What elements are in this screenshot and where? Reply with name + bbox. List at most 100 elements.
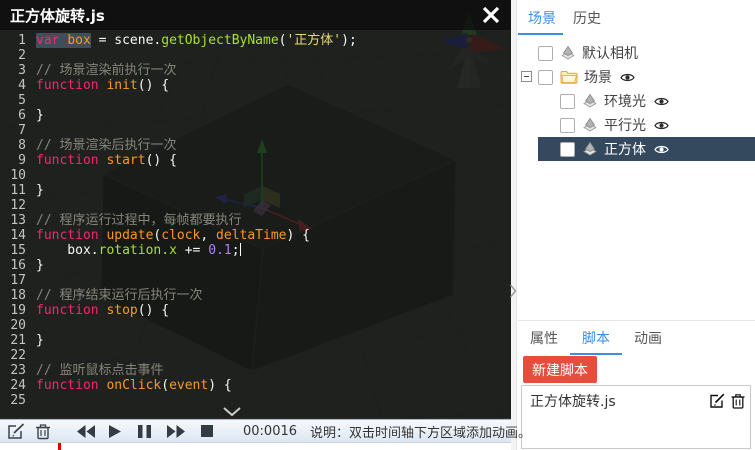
scene-tab[interactable]: 场景 (518, 0, 563, 35)
tree-item-label: 环境光 (604, 91, 646, 111)
line-number: 16 (0, 258, 26, 273)
line-number: 20 (0, 318, 26, 333)
code-line: 5 (0, 93, 511, 108)
line-number: 22 (0, 348, 26, 363)
tree-item[interactable]: 平行光 (538, 113, 755, 137)
code-line: 20 (0, 318, 511, 333)
timeline-hint: 说明：双击时间轴下方区域添加动画。 (310, 422, 531, 441)
object-icon (582, 93, 598, 109)
playback-time: 00:0016 (243, 424, 297, 439)
editor-title: 正方体旋转.js (10, 5, 105, 26)
code-line: 11} (0, 183, 511, 198)
line-number: 14 (0, 228, 26, 243)
trash-icon[interactable] (731, 393, 745, 409)
tree-item[interactable]: 环境光 (538, 89, 755, 113)
panel-collapse-icon[interactable] (509, 283, 517, 303)
line-number: 13 (0, 213, 26, 228)
tree-item-checkbox[interactable] (560, 118, 575, 133)
eye-icon[interactable] (620, 72, 635, 83)
code-line: 1var box = scene.getObjectByName('正方体'); (0, 33, 511, 48)
line-number: 10 (0, 168, 26, 183)
eye-icon[interactable] (654, 120, 669, 131)
object-icon (582, 117, 598, 133)
tree-item-checkbox[interactable] (560, 94, 575, 109)
line-number: 6 (0, 108, 26, 123)
tree-item-label: 平行光 (604, 115, 646, 135)
app-window: 1var box = scene.getObjectByName('正方体');… (0, 0, 755, 450)
code-line: 12 (0, 198, 511, 213)
scene-panel-tabs: 场景历史 (518, 0, 755, 35)
tree-item[interactable]: 正方体 (538, 137, 755, 161)
text-cursor (240, 243, 241, 256)
code-line: 2 (0, 48, 511, 63)
code-line: 16} (0, 258, 511, 273)
line-number: 5 (0, 93, 26, 108)
line-number: 12 (0, 198, 26, 213)
code-line: 15 box.rotation.x += 0.1; (0, 243, 511, 258)
edit-icon[interactable] (7, 423, 26, 440)
tree-item-checkbox[interactable] (538, 46, 553, 61)
close-icon[interactable] (480, 4, 502, 26)
line-number: 17 (0, 273, 26, 288)
script-list-item[interactable]: 正方体旋转.js (522, 386, 750, 416)
panel-gutter (511, 0, 517, 450)
scene-tree: 默认相机场景环境光平行光正方体 (518, 41, 755, 161)
code-line: 6} (0, 108, 511, 123)
line-number: 21 (0, 333, 26, 348)
code-line: 4function init() { (0, 78, 511, 93)
timeline-playhead[interactable] (58, 443, 61, 450)
tree-item-label: 默认相机 (582, 43, 638, 63)
editor-titlebar: 正方体旋转.js (0, 0, 511, 30)
detail-tab[interactable]: 动画 (622, 322, 674, 355)
tree-item[interactable]: 默认相机 (538, 41, 755, 65)
object-icon (582, 141, 598, 157)
rewind-icon[interactable] (77, 425, 95, 438)
line-number: 25 (0, 393, 26, 408)
scene-tab[interactable]: 历史 (563, 0, 608, 35)
code-line: 22 (0, 348, 511, 363)
panel-divider (518, 320, 755, 321)
fast-forward-icon[interactable] (167, 425, 185, 438)
tree-item-label: 场景 (584, 67, 612, 87)
tree-item-checkbox[interactable] (560, 142, 575, 157)
code-line: 8// 场景渲染后执行一次 (0, 138, 511, 153)
detail-tab[interactable]: 脚本 (570, 322, 622, 355)
line-number: 23 (0, 363, 26, 378)
code-line: 14function update(clock, deltaTime) { (0, 228, 511, 243)
line-number: 1 (0, 33, 26, 48)
line-number: 11 (0, 183, 26, 198)
script-list: 正方体旋转.js (521, 385, 751, 449)
line-number: 7 (0, 123, 26, 138)
right-panel: 场景历史 默认相机场景环境光平行光正方体 属性脚本动画 新建脚本 正方体旋转.j… (518, 0, 755, 450)
code-line: 21} (0, 333, 511, 348)
tree-item[interactable]: 场景 (538, 65, 755, 89)
code-line: 24function onClick(event) { (0, 378, 511, 393)
trash-icon[interactable] (35, 423, 51, 440)
timeline-track[interactable] (0, 443, 511, 450)
line-number: 9 (0, 153, 26, 168)
tree-expander-icon[interactable] (521, 71, 532, 82)
line-number: 3 (0, 63, 26, 78)
line-number: 8 (0, 138, 26, 153)
edit-icon[interactable] (709, 393, 725, 409)
code-line: 10 (0, 168, 511, 183)
script-name: 正方体旋转.js (530, 391, 703, 411)
line-number: 15 (0, 243, 26, 258)
line-number: 19 (0, 303, 26, 318)
line-number: 24 (0, 378, 26, 393)
line-number: 2 (0, 48, 26, 63)
folder-icon (560, 70, 578, 84)
play-icon[interactable] (109, 425, 121, 438)
code-line: 3// 场景渲染前执行一次 (0, 63, 511, 78)
code-line: 13// 程序运行过程中，每帧都要执行 (0, 213, 511, 228)
code-line: 17 (0, 273, 511, 288)
eye-icon[interactable] (654, 144, 669, 155)
new-script-button[interactable]: 新建脚本 (523, 356, 597, 383)
stop-icon[interactable] (201, 425, 213, 437)
code-line: 9function start() { (0, 153, 511, 168)
tree-item-checkbox[interactable] (538, 70, 553, 85)
code-editor[interactable]: 1var box = scene.getObjectByName('正方体');… (0, 30, 511, 418)
detail-tab[interactable]: 属性 (518, 322, 570, 355)
eye-icon[interactable] (654, 96, 669, 107)
pause-icon[interactable] (138, 425, 151, 438)
